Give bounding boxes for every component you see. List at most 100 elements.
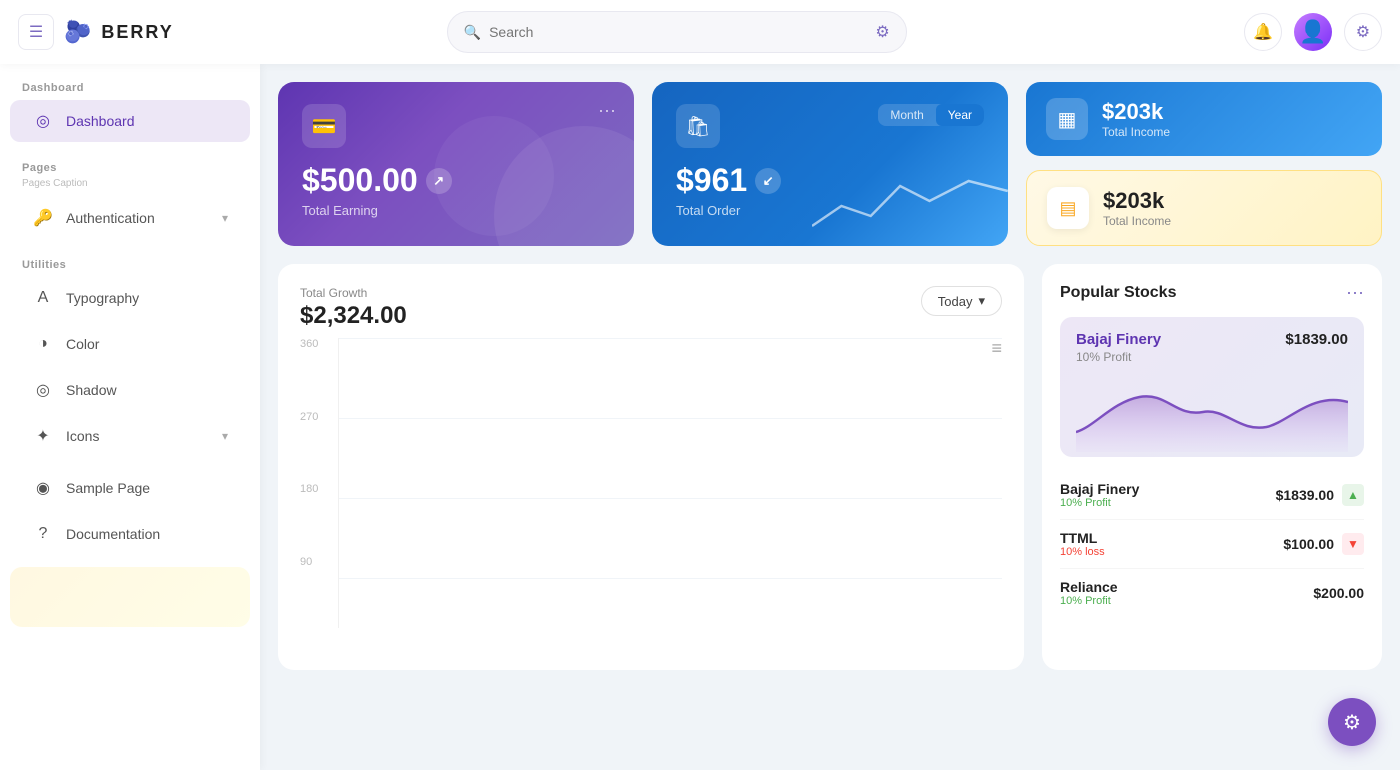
income-bottom-icon: ▤ — [1047, 187, 1089, 229]
featured-stock-price: $1839.00 — [1285, 331, 1348, 348]
trend-up-icon: ↗ — [426, 168, 452, 194]
topbar-right: 🔔 👤 ⚙ — [1244, 13, 1382, 51]
chevron-down-icon-2: ▾ — [222, 429, 228, 443]
card-order: 🛍 Month Year $961 ↙ Total Order — [652, 82, 1008, 246]
bottom-row: Total Growth $2,324.00 Today ▾ ≡ 360 270… — [278, 264, 1382, 670]
income-bottom-amount: $203k — [1103, 188, 1171, 214]
shopping-icon: 🛍 — [676, 104, 720, 148]
notifications-button[interactable]: 🔔 — [1244, 13, 1282, 51]
income-top-details: $203k Total Income — [1102, 99, 1170, 139]
bars-area — [338, 338, 1002, 628]
sidebar-item-authentication-label: Authentication — [66, 210, 155, 226]
main-content: 💳 ··· $500.00 ↗ Total Earning 🛍 Month Ye… — [260, 64, 1400, 770]
income-top-amount: $203k — [1102, 99, 1170, 125]
trend-down-icon: ↙ — [755, 168, 781, 194]
sidebar-item-typography-label: Typography — [66, 290, 139, 306]
sidebar-item-icons-label: Icons — [66, 428, 99, 444]
sidebar: Dashboard ◎ Dashboard Pages Pages Captio… — [0, 64, 260, 770]
wallet-icon: 💳 — [302, 104, 346, 148]
ttml-profit: 10% loss — [1060, 546, 1105, 558]
wave-chart — [812, 166, 1008, 246]
featured-stock: Bajaj Finery 10% Profit $1839.00 — [1060, 317, 1364, 457]
featured-stock-chart — [1076, 372, 1348, 452]
search-input[interactable] — [489, 24, 875, 40]
ttml-trend-icon: ▼ — [1342, 533, 1364, 555]
utilities-section-label: Utilities — [0, 241, 260, 275]
sidebar-item-sample-page[interactable]: ◉ Sample Page — [10, 467, 250, 509]
ttml-price: $100.00 — [1283, 536, 1334, 552]
topbar: ☰ 🫐 BERRY 🔍 ⚙ 🔔 👤 ⚙ — [0, 0, 1400, 64]
app-logo-icon: 🫐 — [64, 19, 91, 45]
month-toggle[interactable]: Month — [878, 104, 935, 126]
stocks-card: Popular Stocks ··· Bajaj Finery 10% Prof… — [1042, 264, 1382, 670]
avatar[interactable]: 👤 — [1294, 13, 1332, 51]
avatar-image: 👤 — [1299, 19, 1326, 45]
sidebar-item-icons[interactable]: ✦ Icons ▾ — [10, 415, 250, 457]
income-bottom-details: $203k Total Income — [1103, 188, 1171, 228]
featured-stock-profit: 10% Profit — [1076, 350, 1161, 364]
sidebar-item-color[interactable]: ◑ Color — [10, 323, 250, 365]
pages-section-label: Pages — [0, 144, 260, 178]
card-income-bottom: ▤ $203k Total Income — [1026, 170, 1382, 246]
settings-button[interactable]: ⚙ — [1344, 13, 1382, 51]
hamburger-icon: ☰ — [29, 22, 43, 42]
reliance-profit: 10% Profit — [1060, 595, 1118, 607]
card-order-top: 🛍 Month Year — [676, 104, 984, 148]
shadow-icon: ◎ — [32, 379, 54, 401]
year-toggle[interactable]: Year — [936, 104, 984, 126]
earning-more-icon[interactable]: ··· — [598, 100, 616, 121]
income-top-icon: ▦ — [1046, 98, 1088, 140]
y-label-0: 360 — [300, 338, 318, 350]
sidebar-item-authentication[interactable]: 🔑 Authentication ▾ — [10, 197, 250, 239]
chart-title-group: Total Growth $2,324.00 — [300, 286, 407, 330]
sidebar-item-typography[interactable]: A Typography — [10, 277, 250, 319]
y-label-3: 90 — [300, 556, 318, 568]
sidebar-item-shadow[interactable]: ◎ Shadow — [10, 369, 250, 411]
fab-settings-button[interactable]: ⚙ — [1328, 698, 1376, 746]
search-bar[interactable]: 🔍 ⚙ — [447, 11, 907, 53]
chart-title: Total Growth — [300, 286, 407, 300]
featured-stock-info: Bajaj Finery 10% Profit — [1076, 331, 1161, 364]
sidebar-item-shadow-label: Shadow — [66, 382, 117, 398]
card-earning: 💳 ··· $500.00 ↗ Total Earning — [278, 82, 634, 246]
today-filter-button[interactable]: Today ▾ — [921, 286, 1002, 316]
stock-list-item-ttml: TTML 10% loss $100.00 ▼ — [1060, 520, 1364, 569]
stocks-header: Popular Stocks ··· — [1060, 282, 1364, 303]
sidebar-footer — [10, 567, 250, 627]
stock-list-item-reliance: Reliance 10% Profit $200.00 — [1060, 569, 1364, 617]
ttml-info: TTML 10% loss — [1060, 530, 1105, 558]
sidebar-item-dashboard[interactable]: ◎ Dashboard — [10, 100, 250, 142]
income-bottom-label: Total Income — [1103, 214, 1171, 228]
fab-gear-icon: ⚙ — [1343, 710, 1361, 735]
sidebar-item-documentation-label: Documentation — [66, 526, 160, 542]
stock-list-item-bajaj: Bajaj Finery 10% Profit $1839.00 ▲ — [1060, 471, 1364, 520]
color-icon: ◑ — [32, 333, 54, 355]
featured-stock-header: Bajaj Finery 10% Profit $1839.00 — [1076, 331, 1348, 364]
documentation-icon: ? — [32, 523, 54, 545]
topbar-left: ☰ 🫐 BERRY — [18, 14, 278, 50]
earning-amount: $500.00 ↗ — [302, 162, 610, 199]
reliance-name: Reliance — [1060, 579, 1118, 595]
bajaj-price-group: $1839.00 ▲ — [1276, 484, 1364, 506]
cards-row: 💳 ··· $500.00 ↗ Total Earning 🛍 Month Ye… — [278, 82, 1382, 246]
filter-icon[interactable]: ⚙ — [875, 22, 889, 42]
reliance-price-group: $200.00 — [1313, 585, 1364, 601]
bajaj-profit: 10% Profit — [1060, 497, 1139, 509]
hamburger-button[interactable]: ☰ — [18, 14, 54, 50]
sidebar-item-dashboard-label: Dashboard — [66, 113, 135, 129]
dashboard-icon: ◎ — [32, 110, 54, 132]
reliance-info: Reliance 10% Profit — [1060, 579, 1118, 607]
bajaj-price: $1839.00 — [1276, 487, 1334, 503]
month-year-toggle: Month Year — [878, 104, 984, 126]
chevron-down-icon-3: ▾ — [978, 293, 985, 309]
bajaj-name: Bajaj Finery — [1060, 481, 1139, 497]
chart-area: ≡ 360 270 180 90 — [300, 338, 1002, 658]
search-icon: 🔍 — [464, 24, 481, 41]
chart-amount: $2,324.00 — [300, 302, 407, 330]
icons-icon: ✦ — [32, 425, 54, 447]
stocks-more-icon[interactable]: ··· — [1346, 282, 1364, 303]
card-income-top: ▦ $203k Total Income — [1026, 82, 1382, 156]
gear-icon: ⚙ — [1356, 22, 1370, 42]
ttml-name: TTML — [1060, 530, 1105, 546]
sidebar-item-documentation[interactable]: ? Documentation — [10, 513, 250, 555]
